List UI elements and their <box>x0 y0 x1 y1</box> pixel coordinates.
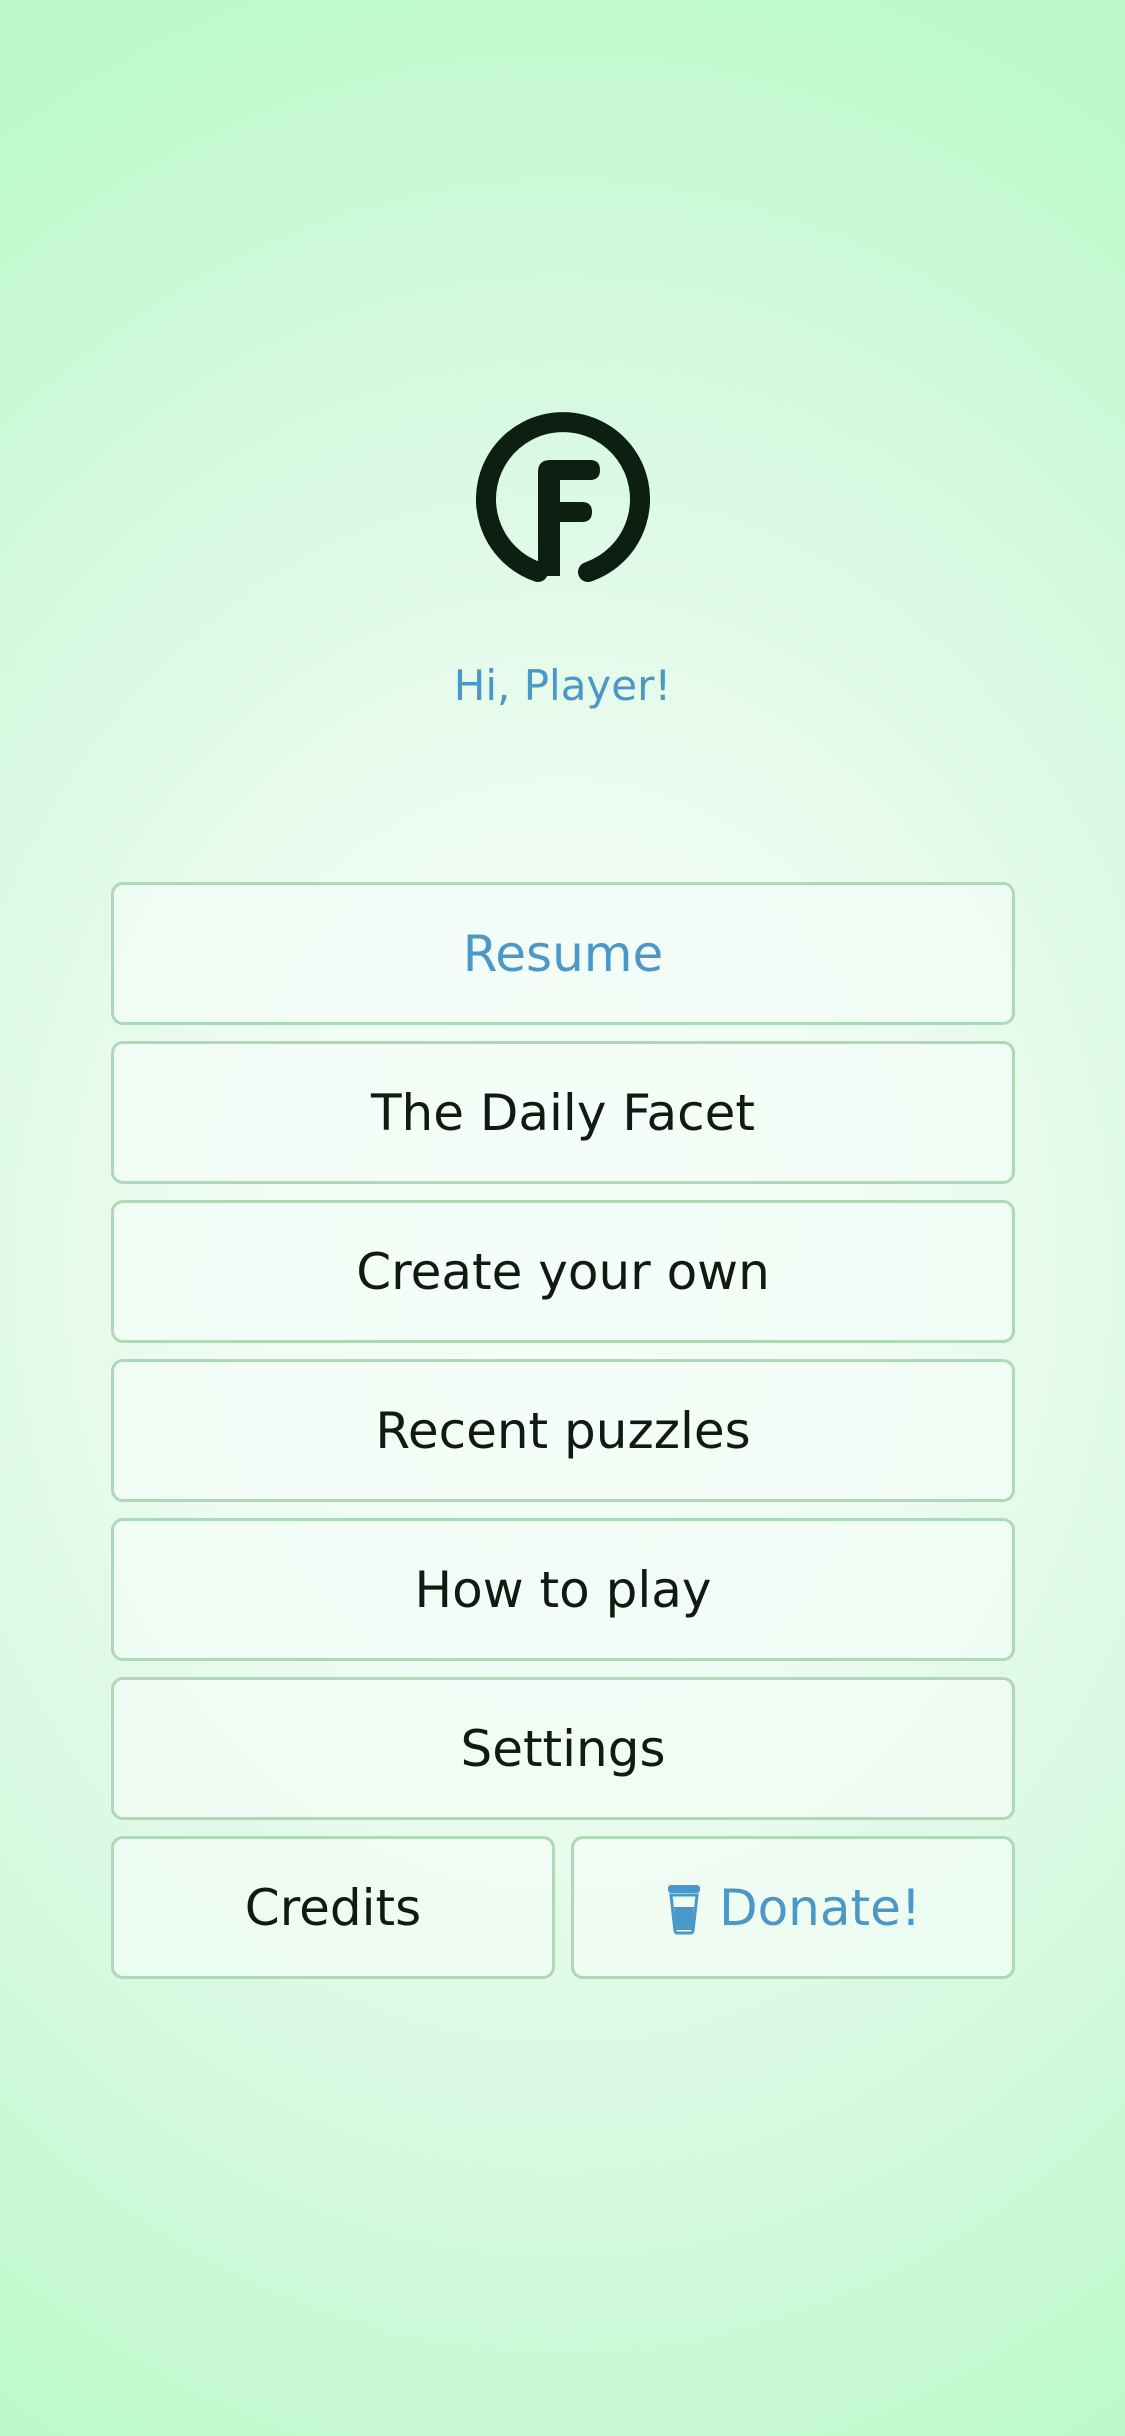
greeting-text: Hi, Player! <box>453 661 672 710</box>
donate-button[interactable]: Donate! <box>571 1836 1015 1979</box>
coffee-cup-icon <box>668 1884 701 1934</box>
daily-facet-button[interactable]: The Daily Facet <box>111 1041 1015 1184</box>
recent-puzzles-button[interactable]: Recent puzzles <box>111 1359 1015 1502</box>
how-to-play-button[interactable]: How to play <box>111 1518 1015 1661</box>
donate-label: Donate! <box>719 1878 921 1937</box>
resume-button[interactable]: Resume <box>111 882 1015 1025</box>
donate-label-wrap: Donate! <box>665 1879 921 1937</box>
bottom-button-row: Credits Donate! <box>111 1836 1015 1979</box>
main-menu: Resume The Daily Facet Create your own R… <box>111 882 1015 1979</box>
facet-logo-icon <box>476 412 650 582</box>
settings-button[interactable]: Settings <box>111 1677 1015 1820</box>
create-your-own-button[interactable]: Create your own <box>111 1200 1015 1343</box>
credits-button[interactable]: Credits <box>111 1836 555 1979</box>
